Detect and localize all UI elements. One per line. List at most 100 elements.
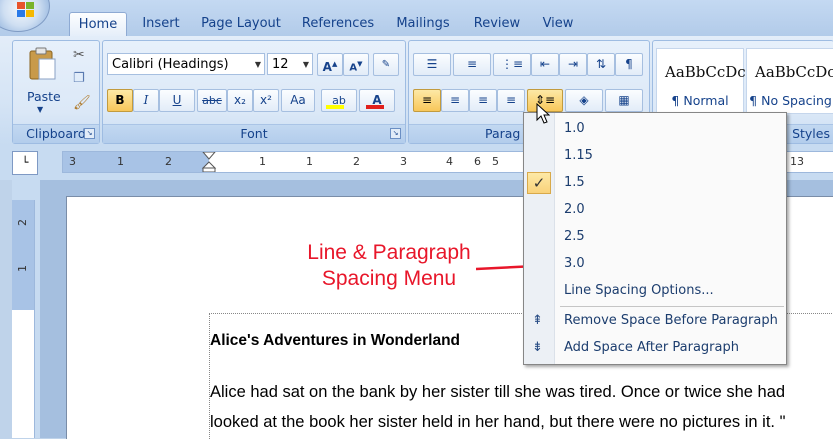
sort-button[interactable]: ⇅ — [587, 53, 615, 76]
mouse-cursor-icon — [536, 103, 550, 124]
clipboard-group: Paste ▼ ✂ ❐ 🖌 Clipboard ↘ — [12, 40, 100, 144]
ribbon-tab-strip: Home Insert Page Layout References Maili… — [0, 0, 833, 38]
strikethrough-button[interactable]: abc — [197, 89, 227, 112]
indent-marker-icon[interactable] — [201, 152, 217, 172]
align-right-button[interactable]: ≡ — [469, 89, 497, 112]
font-group-label: Font — [103, 124, 405, 143]
align-center-icon: ≡ — [449, 93, 461, 107]
line-spacing-options-item[interactable]: Line Spacing Options... — [524, 278, 786, 304]
vertical-ruler[interactable]: 2 1 — [12, 200, 35, 438]
tab-mailings[interactable]: Mailings — [390, 12, 456, 36]
ruler-tick: 2 — [165, 155, 172, 168]
justify-button[interactable]: ≡ — [497, 89, 525, 112]
document-paragraph-line[interactable]: looked at the book her sister held in he… — [210, 413, 785, 432]
ruler-margin-top — [12, 200, 34, 310]
font-size-value: 12 — [272, 57, 289, 72]
line-spacing-option-2-0[interactable]: 2.0 — [524, 197, 786, 223]
line-spacing-option-2-5[interactable]: 2.5 — [524, 224, 786, 250]
cut-icon[interactable]: ✂ — [73, 47, 85, 63]
ruler-tick: 1 — [16, 265, 29, 272]
increase-indent-button[interactable]: ⇥ — [559, 53, 587, 76]
font-launcher-icon[interactable]: ↘ — [390, 128, 401, 139]
annotation-label: Line & Paragraph Spacing Menu — [296, 240, 482, 292]
checkmark-icon: ✓ — [527, 172, 551, 194]
line-spacing-option-1-0[interactable]: 1.0 — [524, 116, 786, 142]
tab-page-layout[interactable]: Page Layout — [196, 12, 286, 36]
menu-separator — [560, 306, 784, 307]
align-left-button[interactable]: ≡ — [413, 89, 441, 112]
underline-button[interactable]: U — [159, 89, 195, 112]
superscript-button[interactable]: x² — [253, 89, 279, 112]
font-group: Calibri (Headings) ▼ 12 ▼ A▲ A▼ ✎ B I U … — [102, 40, 406, 144]
bullets-button[interactable]: ☰ — [413, 53, 451, 76]
ruler-tick: 13 — [790, 155, 804, 168]
numbering-icon: ≡ — [466, 57, 478, 71]
style-no-spacing[interactable]: AaBbCcDc ¶ No Spacing — [746, 48, 833, 114]
style-name: ¶ Normal — [671, 93, 729, 108]
copy-icon[interactable]: ❐ — [73, 71, 85, 86]
paste-button[interactable]: Paste — [27, 89, 61, 104]
numbering-button[interactable]: ≡ — [453, 53, 491, 76]
font-family-value: Calibri (Headings) — [112, 57, 229, 72]
tab-view[interactable]: View — [534, 12, 582, 36]
change-case-button[interactable]: Aa — [281, 89, 315, 112]
ruler-tick: 1 — [259, 155, 266, 168]
document-paragraph-line[interactable]: Alice had sat on the bank by her sister … — [210, 383, 785, 402]
highlight-color-button[interactable]: ab — [321, 89, 357, 112]
font-size-select[interactable]: 12 ▼ — [267, 53, 313, 75]
annotation-line: Spacing Menu — [321, 267, 457, 290]
ruler-tick: 1 — [117, 155, 124, 168]
remove-space-before-item[interactable]: ⇞ Remove Space Before Paragraph — [524, 308, 786, 334]
clear-formatting-icon[interactable]: ✎ — [373, 53, 399, 76]
font-family-select[interactable]: Calibri (Headings) ▼ — [107, 53, 265, 75]
show-formatting-button[interactable]: ¶ — [615, 53, 643, 76]
document-title[interactable]: Alice's Adventures in Wonderland — [210, 332, 460, 350]
tab-references[interactable]: References — [296, 12, 380, 36]
multilevel-list-icon: ⋮≡ — [500, 57, 524, 71]
align-center-button[interactable]: ≡ — [441, 89, 469, 112]
ruler-tick: 3 — [69, 155, 76, 168]
grow-font-button[interactable]: A▲ — [317, 53, 343, 76]
shrink-font-button[interactable]: A▼ — [343, 53, 369, 76]
font-color-swatch — [366, 105, 384, 109]
annotation-line: Line & Paragraph — [307, 241, 471, 264]
ruler-tick: 2 — [16, 219, 29, 226]
ruler-tick: 1 — [306, 155, 313, 168]
align-right-icon: ≡ — [477, 93, 489, 107]
multilevel-list-button[interactable]: ⋮≡ — [493, 53, 531, 76]
chevron-down-icon: ▼ — [254, 60, 261, 69]
font-color-button[interactable]: A — [359, 89, 395, 112]
bullets-icon: ☰ — [426, 57, 438, 71]
tab-home[interactable]: Home — [69, 12, 127, 38]
paste-icon[interactable] — [27, 47, 59, 83]
ruler-tick: 5 — [492, 155, 499, 168]
tab-review[interactable]: Review — [468, 12, 526, 36]
ruler-tick: 2 — [353, 155, 360, 168]
increase-indent-icon: ⇥ — [567, 57, 579, 71]
justify-icon: ≡ — [505, 93, 517, 107]
italic-button[interactable]: I — [133, 89, 159, 112]
format-painter-icon[interactable]: 🖌 — [73, 95, 91, 111]
shading-button[interactable]: ◈ — [565, 89, 603, 112]
paint-bucket-icon: ◈ — [579, 93, 589, 107]
ruler-tick: 3 — [400, 155, 407, 168]
decrease-indent-icon: ⇤ — [539, 57, 551, 71]
remove-space-before-icon: ⇞ — [532, 313, 543, 328]
style-preview: AaBbCcDc — [755, 63, 833, 81]
borders-button[interactable]: ▦ — [605, 89, 643, 112]
decrease-indent-button[interactable]: ⇤ — [531, 53, 559, 76]
style-name: ¶ No Spacing — [749, 93, 832, 108]
line-spacing-option-1-5[interactable]: ✓ 1.5 — [524, 170, 786, 196]
bold-button[interactable]: B — [107, 89, 133, 112]
style-preview: AaBbCcDc — [665, 63, 746, 81]
line-spacing-option-3-0[interactable]: 3.0 — [524, 251, 786, 277]
line-spacing-option-1-15[interactable]: 1.15 — [524, 143, 786, 169]
tab-insert[interactable]: Insert — [136, 12, 186, 36]
style-normal[interactable]: AaBbCcDc ¶ Normal — [656, 48, 746, 114]
tab-selector-button[interactable]: └ — [12, 151, 38, 175]
add-space-after-item[interactable]: ⇟ Add Space After Paragraph — [524, 335, 786, 361]
subscript-button[interactable]: x₂ — [227, 89, 253, 112]
paste-dropdown-icon[interactable]: ▼ — [37, 105, 43, 114]
clipboard-launcher-icon[interactable]: ↘ — [84, 128, 95, 139]
highlight-swatch — [326, 105, 344, 109]
